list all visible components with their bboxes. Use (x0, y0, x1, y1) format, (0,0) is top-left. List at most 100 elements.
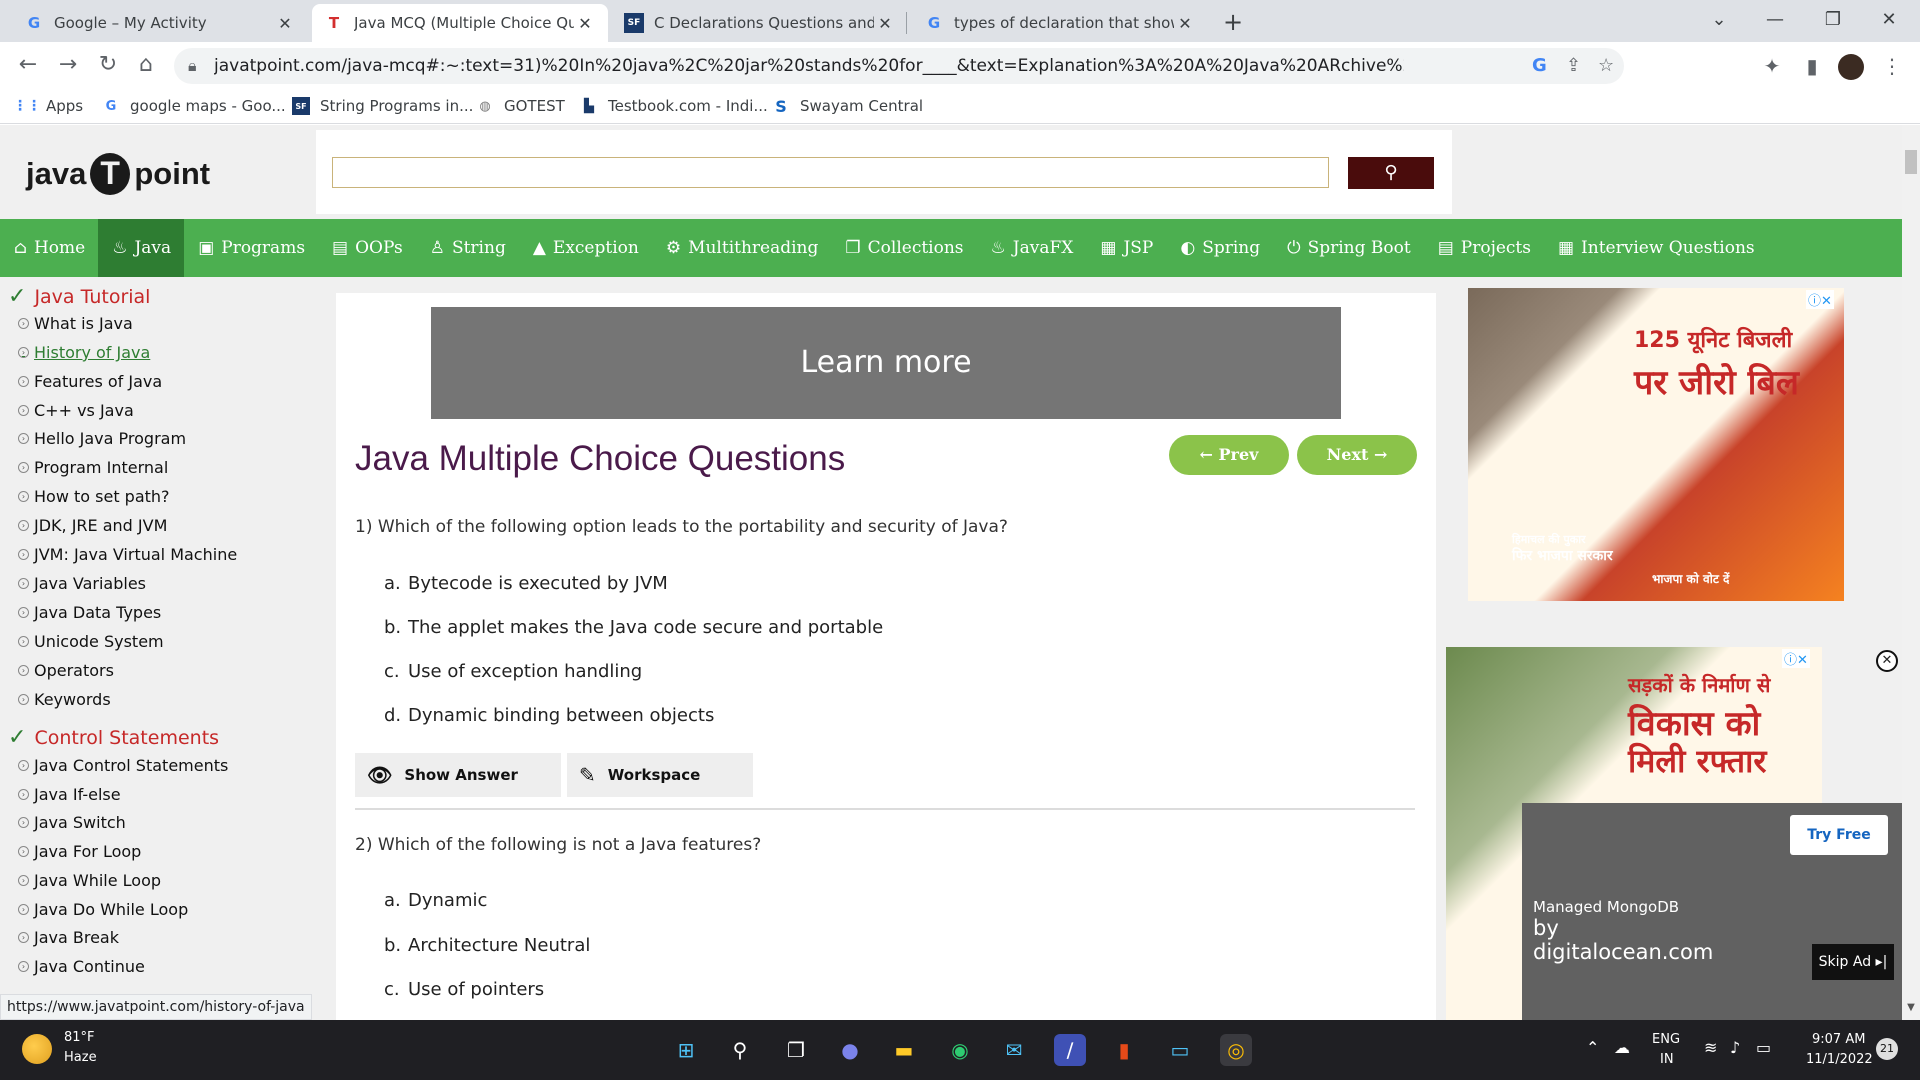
nav-home[interactable]: ⌂ Home (0, 219, 98, 277)
sidebar-item[interactable]: › JVM: Java Virtual Machine (18, 545, 237, 564)
workspace-button[interactable]: ✎ Workspace (567, 753, 753, 797)
volume-icon[interactable]: ♪ (1730, 1038, 1740, 1057)
nav-oops[interactable]: ▤ OOPs (318, 219, 416, 277)
close-tab-icon[interactable]: ✕ (574, 14, 596, 33)
sidebar-item[interactable]: › Java Control Statements (18, 756, 228, 775)
remote-desktop-icon[interactable]: ▭ (1164, 1034, 1196, 1066)
sidebar-item[interactable]: › Java Data Types (18, 603, 161, 622)
back-button[interactable]: ← (12, 50, 44, 82)
extensions-icon[interactable]: ✦ (1756, 50, 1788, 82)
reload-button[interactable]: ↻ (92, 50, 124, 82)
sidebar-item[interactable]: › Unicode System (18, 632, 164, 651)
close-tab-icon[interactable]: ✕ (274, 14, 296, 33)
nav-projects[interactable]: ▤ Projects (1424, 219, 1544, 277)
bookmark-testbook[interactable]: ▙ Testbook.com - Indi... (580, 94, 768, 118)
tab-java-mcq[interactable]: T Java MCQ (Multiple Choice Ques ✕ (312, 4, 608, 42)
language-region[interactable]: IN (1660, 1052, 1674, 1067)
ad-close-icon[interactable]: ⓘ✕ (1806, 290, 1834, 309)
sidebar-item[interactable]: › Java Continue (18, 957, 145, 976)
close-tab-icon[interactable]: ✕ (1174, 14, 1196, 33)
nav-programs[interactable]: ▣ Programs (184, 219, 318, 277)
close-tab-icon[interactable]: ✕ (874, 14, 896, 33)
language-indicator[interactable]: ENG (1652, 1032, 1680, 1047)
sidebar-item[interactable]: › Operators (18, 661, 114, 680)
sidebar-item[interactable]: › Features of Java (18, 372, 162, 391)
clock-date[interactable]: 11/1/2022 (1806, 1052, 1873, 1067)
sidebar-item[interactable]: › Java If-else (18, 785, 121, 804)
math-app-icon[interactable]: ∕ (1054, 1034, 1086, 1066)
bookmark-gotest[interactable]: ◍ GOTEST (476, 94, 564, 118)
onedrive-cloud-icon[interactable]: ☁ (1614, 1038, 1630, 1057)
sidebar-item[interactable]: › Java Break (18, 928, 119, 947)
sidebar-item[interactable]: › Java Switch (18, 813, 126, 832)
tab-search-chevron-icon[interactable]: ⌄ (1696, 4, 1742, 36)
tab-types-of-declaration[interactable]: G types of declaration that shows a ✕ (912, 4, 1208, 42)
search-button[interactable]: ⚲ (1348, 157, 1434, 189)
sidebar-item-history-of-java[interactable]: › History of Java (18, 343, 150, 362)
clock-time[interactable]: 9:07 AM (1812, 1032, 1865, 1047)
nav-interview-questions[interactable]: ▦ Interview Questions (1544, 219, 1768, 277)
sidebar-item[interactable]: › C++ vs Java (18, 401, 134, 420)
task-view-icon[interactable]: ❐ (780, 1034, 812, 1066)
close-window-button[interactable]: ✕ (1866, 4, 1912, 36)
wifi-icon[interactable]: ≋ (1704, 1038, 1717, 1057)
lock-icon[interactable]: 🔒︎ (188, 56, 197, 76)
notification-badge[interactable]: 21 (1876, 1038, 1898, 1060)
office-icon[interactable]: ▮ (1108, 1034, 1140, 1066)
learn-more-ad-banner[interactable]: Learn more (431, 307, 1341, 419)
start-button-icon[interactable]: ⊞ (670, 1034, 702, 1066)
sidebar-item[interactable]: › How to set path? (18, 487, 170, 506)
weather-haze-icon[interactable] (22, 1034, 52, 1064)
bookmark-swayam[interactable]: S Swayam Central (772, 94, 923, 118)
nav-spring-boot[interactable]: ⏻ Spring Boot (1273, 219, 1424, 277)
show-hidden-icons-chevron-icon[interactable]: ⌃ (1586, 1038, 1599, 1057)
try-free-button[interactable]: Try Free (1790, 815, 1888, 855)
bookmark-star-icon[interactable]: ☆ (1598, 48, 1614, 84)
menu-kebab-icon[interactable]: ⋮ (1876, 50, 1908, 82)
teams-chat-icon[interactable]: ● (834, 1034, 866, 1066)
maximize-button[interactable]: ❐ (1810, 4, 1856, 36)
prev-button[interactable]: ← Prev (1169, 435, 1289, 475)
sidebar-item[interactable]: › Program Internal (18, 458, 168, 477)
ad-close-icon[interactable]: ⓘ✕ (1782, 649, 1810, 668)
javatpoint-logo[interactable]: java point (26, 151, 210, 197)
site-search-input[interactable] (332, 157, 1329, 188)
show-answer-button[interactable]: 👁︎ Show Answer (355, 753, 561, 797)
bookmark-string-programs[interactable]: SF String Programs in... (292, 94, 473, 118)
tab-c-declarations[interactable]: SF C Declarations Questions and An ✕ (612, 4, 908, 42)
battery-icon[interactable]: ▭ (1756, 1038, 1771, 1057)
search-icon[interactable]: ⚲ (724, 1034, 756, 1066)
sidebar-section-java-tutorial[interactable]: ✓ Java Tutorial (8, 284, 150, 309)
edge-browser-icon[interactable]: ◉ (944, 1034, 976, 1066)
scrollbar-thumb[interactable] (1905, 150, 1917, 174)
minimize-button[interactable]: — (1752, 4, 1798, 36)
page-scrollbar[interactable] (1902, 125, 1920, 1020)
google-lens-icon[interactable]: G (1532, 48, 1547, 84)
bookmark-apps[interactable]: ⋮⋮ Apps (13, 94, 83, 118)
address-bar[interactable]: 🔒︎ javatpoint.com/java-mcq#:~:text=31)%2… (174, 48, 1624, 84)
sidebar-item[interactable]: › What is Java (18, 314, 133, 333)
nav-collections[interactable]: ❐ Collections (831, 219, 976, 277)
nav-java[interactable]: ♨ Java (98, 219, 185, 277)
nav-jsp[interactable]: ▦ JSP (1086, 219, 1166, 277)
tab-google-activity[interactable]: G Google – My Activity ✕ (12, 4, 308, 42)
file-explorer-icon[interactable]: ▬ (888, 1034, 920, 1066)
forward-button[interactable]: → (52, 50, 84, 82)
scroll-down-arrow-icon[interactable]: ▼ (1904, 1002, 1918, 1016)
sidebar-item[interactable]: › Keywords (18, 690, 111, 709)
video-ad-close-button[interactable]: ✕ (1876, 650, 1898, 672)
new-tab-button[interactable]: + (1218, 8, 1248, 38)
chrome-icon[interactable]: ◎ (1220, 1034, 1252, 1066)
sidebar-item[interactable]: › Java For Loop (18, 842, 141, 861)
sidebar-section-control-statements[interactable]: ✓ Control Statements (8, 725, 219, 750)
sidebar-item[interactable]: › Java Variables (18, 574, 146, 593)
sidebar-item[interactable]: › Hello Java Program (18, 429, 186, 448)
side-panel-icon[interactable]: ▮ (1796, 50, 1828, 82)
profile-avatar[interactable] (1838, 54, 1864, 80)
bjp-electricity-ad[interactable]: ⓘ✕ 125 यूनिट बिजली पर जीरो बिल हिमाचल की… (1468, 288, 1844, 601)
sidebar-item[interactable]: › JDK, JRE and JVM (18, 516, 167, 535)
sidebar-item[interactable]: › Java While Loop (18, 871, 161, 890)
nav-javafx[interactable]: ♨ JavaFX (977, 219, 1087, 277)
next-button[interactable]: Next → (1297, 435, 1417, 475)
home-button[interactable]: ⌂ (130, 50, 162, 82)
